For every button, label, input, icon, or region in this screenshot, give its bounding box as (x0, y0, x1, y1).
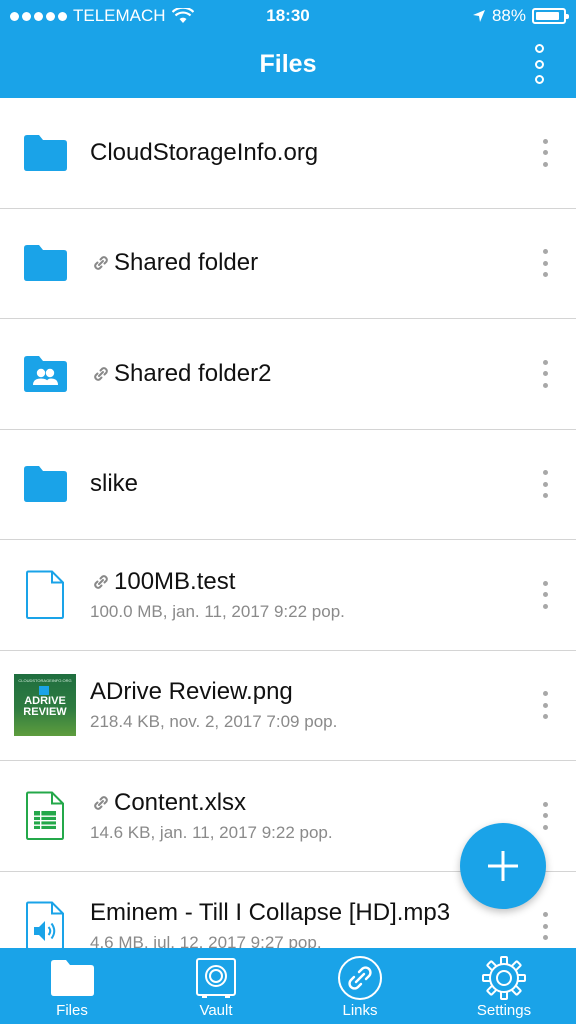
list-item-text: Shared folder2 (90, 360, 576, 388)
tab-label: Files (56, 1002, 88, 1019)
add-button[interactable] (460, 823, 546, 909)
list-item[interactable]: CloudStorageInfo.org (0, 98, 576, 209)
battery-percent: 88% (491, 6, 526, 25)
list-item[interactable]: slike (0, 429, 576, 540)
tab-bar: Files Vault Links Settings (0, 948, 576, 1024)
item-more-icon[interactable] (540, 912, 550, 941)
file-name: Shared folder2 (114, 359, 272, 387)
file-name: Content.xlsx (114, 788, 247, 816)
tab-links[interactable]: Links (288, 948, 432, 1024)
folder-icon (0, 98, 90, 208)
item-more-icon[interactable] (540, 691, 550, 720)
shared-link-icon (90, 252, 112, 274)
folder-icon (0, 208, 90, 318)
item-more-icon[interactable] (540, 801, 550, 830)
file-list: CloudStorageInfo.org Shared folder Shared … (0, 98, 576, 948)
tab-label: Links (342, 1002, 378, 1019)
list-item-name: Shared folder (90, 249, 576, 277)
audio-file-icon (0, 871, 90, 948)
item-more-icon[interactable] (540, 249, 550, 278)
item-more-icon[interactable] (540, 470, 550, 499)
vault-icon (194, 948, 238, 1002)
list-item-text: ADrive Review.png 218.4 KB, nov. 2, 2017 … (90, 678, 576, 732)
item-more-icon[interactable] (540, 359, 550, 388)
image-thumbnail: CLOUDSTORAGEINFO.ORG ADRIVE REVIEW (0, 650, 90, 760)
shared-folder-icon (0, 319, 90, 429)
list-item[interactable]: Shared folder (0, 208, 576, 319)
shared-link-icon (90, 363, 112, 385)
file-details: 218.4 KB, nov. 2, 2017 7:09 pop. (90, 712, 338, 732)
spreadsheet-icon (0, 761, 90, 871)
page-title: Files (259, 50, 317, 78)
file-name: 100MB.test (114, 567, 236, 595)
list-item[interactable]: CLOUDSTORAGEINFO.ORG ADRIVE REVIEW ADrive R… (0, 650, 576, 761)
item-more-icon[interactable] (540, 580, 550, 609)
file-name: ADrive Review.png (90, 678, 293, 706)
file-name: CloudStorageInfo.org (90, 138, 319, 166)
list-item-name: ADrive Review.png (90, 678, 576, 706)
list-item-text: slike (90, 470, 576, 498)
list-item-text: CloudStorageInfo.org (90, 139, 576, 167)
link-icon (337, 948, 383, 1002)
file-name: Shared folder (114, 249, 259, 277)
folder-icon (49, 948, 95, 1002)
thumbnail-title-line2: REVIEW (23, 706, 67, 719)
file-details: 4.6 MB, jul. 12, 2017 9:27 pop. (90, 933, 322, 948)
file-icon (0, 540, 90, 650)
location-arrow-icon (472, 10, 485, 22)
shared-link-icon (90, 571, 112, 593)
list-item-name: Shared folder2 (90, 360, 576, 388)
tab-label: Settings (476, 1002, 532, 1019)
status-bar: TELEMACH 18:30 88% (0, 0, 576, 32)
list-item-name: Content.xlsx (90, 789, 576, 817)
list-item-text: Shared folder (90, 249, 576, 277)
list-item[interactable]: Shared folder2 (0, 319, 576, 430)
more-options-icon[interactable] (532, 44, 546, 84)
folder-icon (0, 429, 90, 539)
plus-icon (488, 851, 518, 881)
list-item-name: CloudStorageInfo.org (90, 139, 576, 167)
item-more-icon[interactable] (540, 138, 550, 167)
file-name: slike (90, 470, 139, 498)
list-item-name: 100MB.test (90, 568, 576, 596)
file-details: 100.0 MB, jan. 11, 2017 9:22 pop. (90, 601, 345, 621)
tab-files[interactable]: Files (0, 948, 144, 1024)
top-bar: TELEMACH 18:30 88% Files (0, 0, 576, 98)
tab-label: Vault (199, 1002, 233, 1019)
battery-icon (532, 8, 569, 24)
list-item-text: 100MB.test 100.0 MB, jan. 11, 2017 9:22 p… (90, 568, 576, 622)
tab-settings[interactable]: Settings (432, 948, 576, 1024)
tab-vault[interactable]: Vault (144, 948, 288, 1024)
thumbnail-caption: CLOUDSTORAGEINFO.ORG (18, 678, 72, 684)
list-item-name: slike (90, 470, 576, 498)
file-name: Eminem - Till I Collapse [HD].mp3 (90, 899, 451, 927)
shared-link-icon (90, 792, 112, 814)
gear-icon (481, 948, 527, 1002)
list-item[interactable]: 100MB.test 100.0 MB, jan. 11, 2017 9:22 p… (0, 540, 576, 651)
